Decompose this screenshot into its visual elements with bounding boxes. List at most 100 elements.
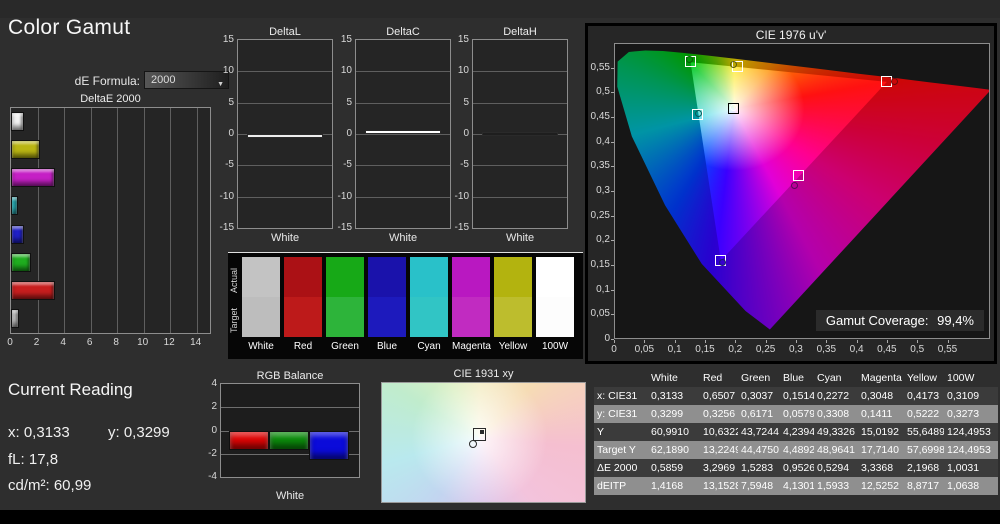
swatch-red: Red — [284, 257, 322, 352]
table-row: Target Y 62,1890 13,2249 44,4750 4,4892 48,96… — [594, 441, 998, 459]
swatch-label: Red — [293, 341, 313, 352]
gridline — [221, 407, 359, 409]
de-formula-dropdown[interactable]: 2000 ▼ — [144, 71, 229, 89]
table-header-row: White Red Green Blue Cyan Magenta Yellow 100W — [594, 369, 998, 387]
table-column-header: Green — [741, 372, 771, 384]
swatch-cyan: Cyan — [410, 257, 448, 352]
deltae-chart-title: DeltaE 2000 — [80, 93, 141, 105]
table-cell: 8,8717 — [907, 480, 940, 492]
actual-row-label: Actual — [229, 267, 239, 293]
deltae-bar-blue — [11, 224, 24, 244]
table-cell: 0,3256 — [703, 408, 736, 420]
gamut-coverage-value: 99,4% — [937, 313, 974, 328]
cie1976-y-tick: 0,15 — [590, 259, 610, 270]
table-cell: 3,2969 — [703, 462, 736, 474]
x-tick-label: 12 — [163, 337, 175, 348]
target-marker-magenta — [793, 170, 804, 182]
swatch-actual — [242, 257, 280, 297]
table-cell: 48,9641 — [817, 444, 855, 456]
table-row-label: Target Y — [597, 444, 636, 456]
tick-mark — [795, 340, 797, 343]
table-row: dEITP 1,4168 13,1528 7,5948 4,1301 1,5933 12,5… — [594, 477, 998, 495]
x-tick-label: 2 — [33, 337, 40, 348]
cie1976-title: CIE 1976 u'v' — [755, 28, 827, 42]
rgb-balance-plot — [220, 383, 360, 478]
swatch-actual — [284, 257, 322, 297]
rgb-balance-x-label: White — [275, 490, 305, 502]
table-cell: 4,2394 — [783, 426, 814, 438]
cie1976-y-tick: 0,1 — [596, 283, 610, 295]
y-tick-label: 10 — [340, 65, 352, 77]
tick-mark — [611, 191, 614, 192]
y-tick-label: -10 — [454, 190, 469, 202]
table-cell: 1,0031 — [947, 462, 980, 474]
reading-x-label: x: — [8, 424, 20, 441]
reading-x: x: 0,3133 — [8, 424, 70, 441]
table-cell: 0,1411 — [861, 408, 893, 420]
y-tick-label: 15 — [222, 34, 234, 45]
reading-y-value: 0,3299 — [123, 424, 170, 441]
table-column-header: Cyan — [817, 372, 842, 384]
cie1976-x-tick: 0,4 — [849, 344, 864, 355]
table-cell: 124,4953 — [947, 426, 991, 438]
swatch-actual — [368, 257, 406, 297]
delta-chart-plot — [472, 39, 568, 229]
table-cell: 0,9526 — [783, 462, 814, 474]
swatch-magenta: Magenta — [452, 257, 491, 352]
swatch-actual — [536, 257, 574, 297]
top-strip — [0, 0, 1000, 18]
table-cell: 0,3308 — [817, 408, 850, 420]
delta-chart-deltac: DeltaC 15 10 5 0 -5 -10 -15 White — [337, 26, 467, 244]
measured-dot-red — [891, 77, 899, 85]
cie1976-y-tick: 0 — [604, 333, 610, 344]
gamut-coverage-badge: Gamut Coverage: 99,4% — [815, 310, 984, 331]
table-cell: 43,7244 — [741, 426, 779, 438]
swatch-blue: Blue — [368, 257, 406, 352]
x-tick-label: 14 — [190, 337, 202, 348]
swatch-actual — [410, 257, 448, 297]
table-cell: 1,4168 — [651, 480, 684, 492]
gridline — [117, 108, 119, 333]
gridline — [238, 196, 332, 198]
swatch-strip: Actual Target White Red Green Blue Cyan Magenta… — [228, 252, 583, 359]
deltae-bar-magenta — [11, 168, 56, 188]
tick-mark — [611, 141, 614, 143]
rgb-bar-green — [269, 430, 309, 451]
y-tick-label: 0 — [463, 128, 469, 139]
table-cell: 0,3273 — [947, 408, 980, 420]
tick-mark — [611, 265, 614, 266]
y-tick-label: 0 — [346, 128, 352, 139]
deltae-bar-cyan — [11, 196, 18, 216]
cie1976-y-tick: 0,4 — [596, 135, 610, 147]
swatch-target — [536, 297, 574, 337]
y-tick-label: 15 — [340, 34, 352, 45]
cie1931-plot — [381, 382, 586, 503]
cie1976-y-tick: 0,5 — [596, 86, 610, 98]
x-tick-label: 8 — [113, 337, 119, 348]
deltae-x-axis: 0 2 4 6 8 10 12 14 — [7, 337, 211, 349]
reading-fl-value: 17,8 — [28, 451, 59, 468]
table-cell: 0,1514 — [783, 390, 814, 402]
table-cell: 44,4750 — [741, 444, 779, 456]
measured-dot-yellow — [730, 60, 738, 68]
delta-chart-x-label: White — [505, 232, 535, 244]
x-tick-label: 4 — [60, 337, 66, 348]
swatch-target — [452, 297, 490, 337]
tick-mark — [674, 340, 676, 343]
swatch-label: Blue — [376, 341, 397, 352]
y-tick-label: -15 — [337, 222, 352, 233]
delta-chart-plot — [355, 39, 451, 229]
reading-x-value: 0,3133 — [23, 424, 70, 441]
measured-dot-magenta — [790, 181, 798, 189]
cie1976-x-tick: 0,2 — [728, 344, 743, 355]
table-cell: 10,6322 — [703, 426, 738, 438]
cie1976-plot: Gamut Coverage: 99,4% — [614, 43, 990, 339]
table-row-label: Y — [597, 426, 605, 438]
swatch-label: Green — [331, 341, 359, 352]
y-tick-label: -5 — [343, 159, 352, 171]
delta-chart-title: DeltaC — [386, 26, 420, 38]
cie1976-x-tick: 0,25 — [755, 344, 776, 355]
y-tick-label: 10 — [222, 65, 234, 77]
swatch-label: Yellow — [498, 341, 528, 352]
bottom-bar — [0, 510, 1000, 524]
